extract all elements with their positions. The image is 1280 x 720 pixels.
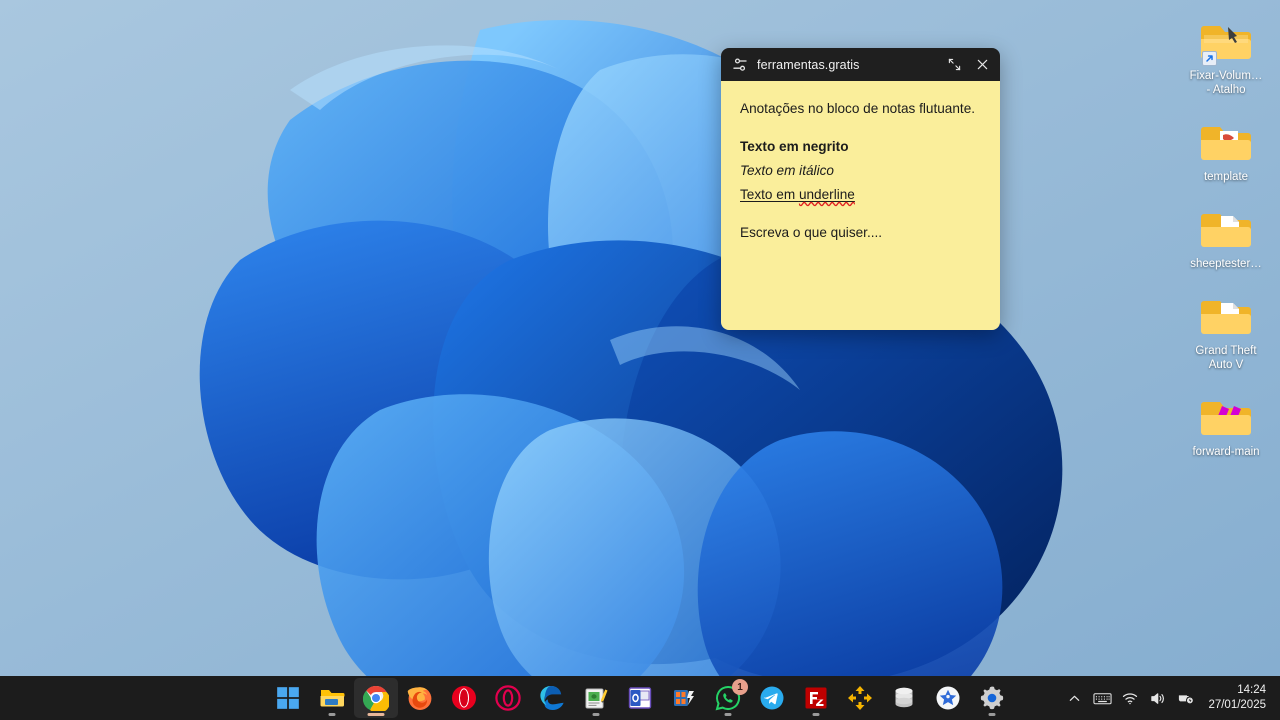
note-bold-line: Texto em negrito xyxy=(740,139,849,154)
note-spacer xyxy=(740,121,982,135)
clock-date: 27/01/2025 xyxy=(1208,699,1266,711)
filezilla-icon xyxy=(805,687,827,709)
taskbar-google-chrome[interactable] xyxy=(354,678,398,718)
floating-note-window[interactable]: ferramentas.gratis Anotações no bloco de… xyxy=(721,48,1000,330)
taskbar-database-app[interactable] xyxy=(882,678,926,718)
taskbar-file-explorer[interactable] xyxy=(310,678,354,718)
speaker-icon[interactable] xyxy=(1144,680,1172,716)
desktop-icon-gta-v[interactable]: Grand Theft Auto V xyxy=(1178,293,1274,372)
note-spacer xyxy=(740,207,982,221)
desktop-icon-fixar-volume[interactable]: Fixar-Volum… - Atalho xyxy=(1178,18,1274,97)
desktop-icon-sheeptester[interactable]: sheeptester… xyxy=(1178,206,1274,271)
note-content-area[interactable]: Anotações no bloco de notas flutuante. T… xyxy=(721,81,1000,330)
folder-icon xyxy=(1198,119,1254,165)
note-italic-line: Texto em itálico xyxy=(740,163,834,178)
running-indicator xyxy=(592,713,600,716)
yellow-arrows-icon xyxy=(848,686,872,710)
note-closing-line: Escreva o que quiser.... xyxy=(740,225,883,240)
show-hidden-icons-button[interactable] xyxy=(1060,680,1088,716)
taskbar-opera-gx[interactable] xyxy=(486,678,530,718)
desktop-icon-label: template xyxy=(1203,171,1249,183)
desktop-icon-grid: Fixar-Volum… - Atalho template sheepteste… xyxy=(1178,18,1274,459)
folder-icon xyxy=(1198,293,1254,339)
chrome-icon xyxy=(363,685,389,711)
firefox-icon xyxy=(407,687,432,710)
touch-keyboard-icon[interactable] xyxy=(1088,680,1116,716)
desktop-icon-label: Grand Theft Auto V xyxy=(1195,345,1257,371)
taskbar[interactable]: 1 14:24 27/01/2025 xyxy=(0,676,1280,720)
taskbar-arrows-app[interactable] xyxy=(838,678,882,718)
gear-icon xyxy=(980,686,1004,710)
sliders-icon xyxy=(731,56,749,74)
wallpaper-bloom-art xyxy=(0,0,1280,676)
media-icon xyxy=(674,690,694,706)
taskbar-telegram[interactable] xyxy=(750,678,794,718)
active-indicator xyxy=(367,713,385,716)
taskbar-settings[interactable] xyxy=(970,678,1014,718)
folder-shortcut-icon xyxy=(1198,18,1254,66)
outlook-icon xyxy=(628,687,652,709)
maximize-button[interactable] xyxy=(940,52,968,78)
taskbar-android-studio[interactable] xyxy=(926,678,970,718)
taskbar-opera[interactable] xyxy=(442,678,486,718)
opera-gx-icon xyxy=(495,685,521,711)
taskbar-microsoft-outlook[interactable] xyxy=(618,678,662,718)
wifi-icon[interactable] xyxy=(1116,680,1144,716)
folder-icon xyxy=(1198,206,1254,252)
note-titlebar[interactable]: ferramentas.gratis xyxy=(721,48,1000,81)
battery-charging-icon[interactable] xyxy=(1172,680,1200,716)
running-indicator xyxy=(988,713,996,716)
taskbar-text-editor[interactable] xyxy=(574,678,618,718)
taskbar-filezilla[interactable] xyxy=(794,678,838,718)
telegram-icon xyxy=(760,686,784,710)
folder-icon xyxy=(1198,394,1254,440)
running-indicator xyxy=(724,713,732,716)
database-icon xyxy=(895,687,913,708)
taskbar-media-player[interactable] xyxy=(662,678,706,718)
folder-icon xyxy=(320,690,345,707)
note-paragraph-intro: Anotações no bloco de notas flutuante. xyxy=(740,101,976,116)
opera-icon xyxy=(452,686,476,710)
notification-badge: 1 xyxy=(732,679,748,695)
desktop-icon-template[interactable]: template xyxy=(1178,119,1274,184)
desktop-icon-forward-main[interactable]: forward-main xyxy=(1178,394,1274,459)
running-indicator xyxy=(328,713,336,716)
clock[interactable]: 14:24 27/01/2025 xyxy=(1200,683,1272,713)
desktop-icon-label: forward-main xyxy=(1192,446,1260,458)
taskbar-microsoft-edge[interactable] xyxy=(530,678,574,718)
start-button[interactable] xyxy=(266,678,310,718)
note-underline-prefix: Texto em xyxy=(740,187,799,202)
close-button[interactable] xyxy=(968,52,996,78)
taskbar-mozilla-firefox[interactable] xyxy=(398,678,442,718)
shortcut-arrow-icon xyxy=(1202,51,1217,66)
note-misspelled-word: underline xyxy=(798,187,855,202)
desktop-icon-label: Fixar-Volum… - Atalho xyxy=(1189,70,1263,96)
clock-time: 14:24 xyxy=(1237,684,1266,696)
system-tray: 14:24 27/01/2025 xyxy=(1060,676,1280,720)
taskbar-whatsapp[interactable]: 1 xyxy=(706,678,750,718)
android-studio-icon xyxy=(936,686,960,710)
desktop-icon-label: sheeptester… xyxy=(1190,258,1262,270)
windows-logo-icon xyxy=(277,687,299,709)
desktop-wallpaper[interactable] xyxy=(0,0,1280,676)
running-indicator xyxy=(812,713,820,716)
edge-icon xyxy=(540,686,564,710)
notepad-pencil-icon xyxy=(585,688,608,709)
note-title-text: ferramentas.gratis xyxy=(757,57,860,72)
note-underline-line: Texto em underline xyxy=(740,183,982,207)
